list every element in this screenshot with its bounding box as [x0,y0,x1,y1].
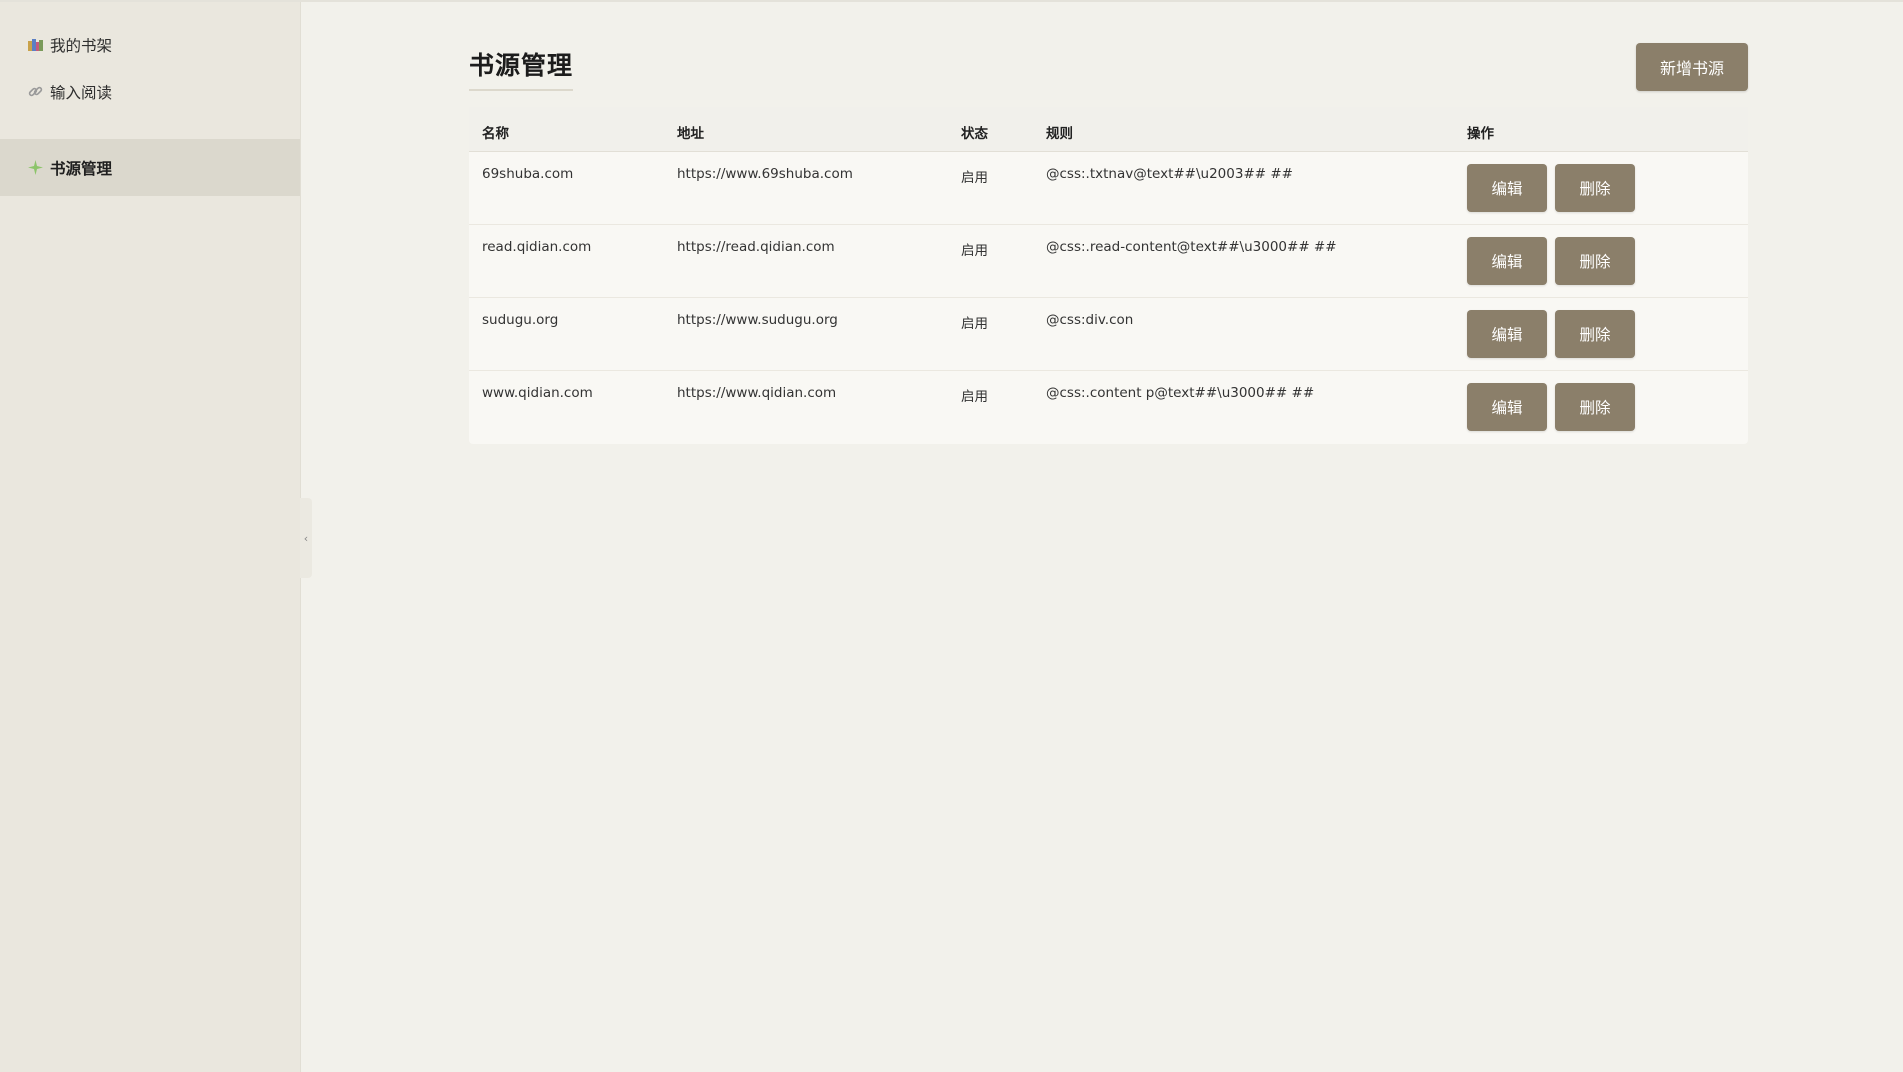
column-header-rule: 规则 [1046,126,1073,142]
table-header: 名称 地址 状态 规则 操作 [469,107,1748,152]
chevron-left-icon: ‹ [303,531,309,545]
link-icon [27,84,43,100]
source-rule: @css:div.con [1046,312,1134,328]
sparkle-icon [27,160,43,176]
edit-button[interactable]: 编辑 [1467,310,1547,358]
column-header-name: 名称 [482,126,509,142]
delete-button[interactable]: 删除 [1555,383,1635,431]
edit-button[interactable]: 编辑 [1467,164,1547,212]
books-icon [27,37,43,53]
app-window: 我的书架 输入阅读 书源管理 ‹ 书源管理 新增书源 名称 地址 状态 规则 操… [0,0,1903,1072]
source-url: https://www.qidian.com [677,385,837,401]
delete-button[interactable]: 删除 [1555,237,1635,285]
column-header-actions: 操作 [1467,126,1494,142]
source-url: https://read.qidian.com [677,239,835,255]
sidebar: 我的书架 输入阅读 书源管理 [0,2,301,1072]
table-row: sudugu.org https://www.sudugu.org 启用 @cs… [469,298,1748,371]
source-url: https://www.69shuba.com [677,166,853,182]
source-rule: @css:.txtnav@text##\u2003## ## [1046,166,1293,182]
source-url: https://www.sudugu.org [677,312,838,328]
source-rule: @css:.read-content@text##\u3000## ## [1046,239,1337,255]
sidebar-item-label: 输入阅读 [50,83,113,102]
edit-button[interactable]: 编辑 [1467,383,1547,431]
source-status: 启用 [961,316,988,332]
column-header-url: 地址 [677,126,704,142]
source-name: sudugu.org [482,312,559,328]
source-table: 名称 地址 状态 规则 操作 69shuba.com https://www.6… [469,107,1748,444]
source-rule: @css:.content p@text##\u3000## ## [1046,385,1315,401]
sidebar-item-label: 书源管理 [50,159,113,178]
column-header-status: 状态 [961,126,988,142]
sidebar-item-input-read[interactable]: 输入阅读 [0,63,300,120]
table-row: read.qidian.com https://read.qidian.com … [469,225,1748,298]
page-title: 书源管理 [469,46,574,91]
table-row: www.qidian.com https://www.qidian.com 启用… [469,371,1748,444]
source-name: 69shuba.com [482,166,574,182]
source-status: 启用 [961,243,988,259]
add-source-button[interactable]: 新增书源 [1636,43,1748,91]
table-row: 69shuba.com https://www.69shuba.com 启用 @… [469,152,1748,225]
delete-button[interactable]: 删除 [1555,310,1635,358]
source-status: 启用 [961,170,988,186]
sidebar-collapse-handle[interactable]: ‹ [300,498,312,578]
source-name: read.qidian.com [482,239,592,255]
source-name: www.qidian.com [482,385,593,401]
delete-button[interactable]: 删除 [1555,164,1635,212]
sidebar-item-source-management[interactable]: 书源管理 [0,139,300,196]
source-status: 启用 [961,389,988,405]
sidebar-item-label: 我的书架 [50,36,113,55]
edit-button[interactable]: 编辑 [1467,237,1547,285]
